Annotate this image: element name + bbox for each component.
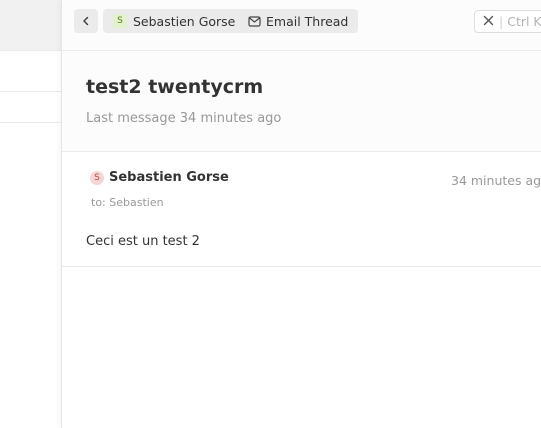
chevron-left-icon [80,15,92,27]
close-shortcut-label: Ctrl K [507,14,541,29]
background-record-list [0,0,62,428]
email-message[interactable]: S Sebastien Gorse 34 minutes ago to: Seb… [62,152,541,267]
panel-header: S Sebastien Gorse Email Thread | Ctrl K [62,0,541,51]
close-panel-button[interactable]: | Ctrl K [474,10,541,33]
thread-subject: test2 twentycrm [86,76,264,98]
mail-icon [248,15,266,27]
shortcut-separator: | [499,14,504,29]
person-chip-name: Sebastien Gorse [133,13,236,29]
sender-name[interactable]: Sebastien Gorse [109,170,229,185]
back-button[interactable] [74,9,98,33]
background-row-divider [0,91,62,92]
close-icon [483,14,499,29]
thread-title-area: test2 twentycrm Last message 34 minutes … [62,51,541,152]
email-thread-chip[interactable]: Email Thread [239,9,359,33]
background-row-divider [0,122,62,123]
person-chip[interactable]: S Sebastien Gorse [103,9,245,33]
background-list-header [0,0,62,51]
last-message-time: Last message 34 minutes ago [86,111,282,126]
message-recipients: to: Sebastien [91,196,164,209]
email-thread-side-panel: S Sebastien Gorse Email Thread | Ctrl K … [61,0,541,428]
email-thread-label: Email Thread [266,13,349,29]
message-time: 34 minutes ago [451,173,541,188]
person-avatar: S [113,14,127,28]
message-body: Ceci est un test 2 [86,234,200,249]
app-window: S Sebastien Gorse Email Thread | Ctrl K … [0,0,541,428]
sender-avatar: S [90,171,104,185]
